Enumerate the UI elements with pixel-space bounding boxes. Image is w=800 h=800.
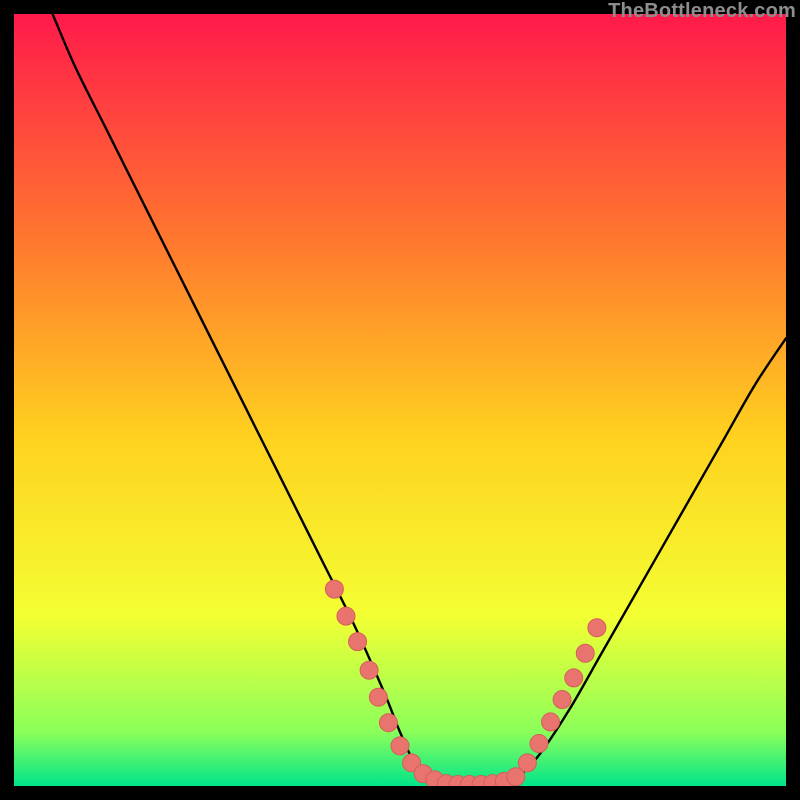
gradient-background: [14, 14, 786, 786]
data-marker: [553, 691, 571, 709]
data-marker: [518, 754, 536, 772]
data-marker: [369, 688, 387, 706]
data-marker: [542, 713, 560, 731]
data-marker: [588, 619, 606, 637]
data-marker: [576, 644, 594, 662]
data-marker: [360, 661, 378, 679]
chart-frame: [14, 14, 786, 786]
bottleneck-chart: [14, 14, 786, 786]
watermark-text: TheBottleneck.com: [608, 0, 796, 23]
data-marker: [337, 607, 355, 625]
data-marker: [565, 669, 583, 687]
data-marker: [325, 580, 343, 598]
data-marker: [391, 737, 409, 755]
data-marker: [349, 633, 367, 651]
data-marker: [530, 735, 548, 753]
data-marker: [379, 714, 397, 732]
